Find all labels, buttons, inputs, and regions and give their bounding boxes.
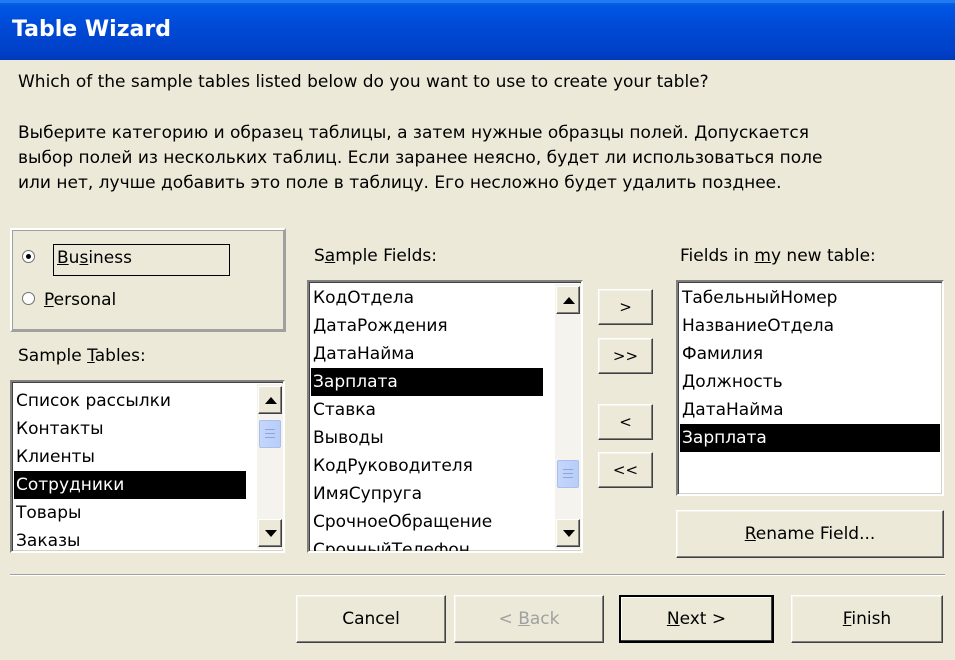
list-item[interactable]: СрочныйТелефон: [313, 536, 470, 551]
list-item[interactable]: Ставка: [313, 396, 376, 424]
scroll-down-button[interactable]: [556, 519, 580, 547]
scroll-thumb[interactable]: [557, 460, 579, 488]
footer-separator: [10, 574, 945, 576]
sample-fields-listbox[interactable]: КодОтдела ДатаРождения ДатаНайма Зарплат…: [307, 280, 583, 553]
list-item[interactable]: ДатаНайма: [313, 340, 415, 368]
arrow-down-icon: [563, 530, 575, 537]
business-radio-button[interactable]: [22, 250, 35, 263]
personal-radio-button[interactable]: [22, 292, 35, 305]
remove-all-fields-button[interactable]: <<: [598, 452, 653, 488]
business-radio-label[interactable]: Business: [57, 248, 132, 268]
list-item[interactable]: ДатаРождения: [313, 312, 448, 340]
title-bar[interactable]: Table Wizard: [0, 0, 955, 60]
finish-button[interactable]: Finish: [791, 595, 943, 643]
sample-tables-listbox[interactable]: Список рассылки Контакты Клиенты Сотрудн…: [10, 380, 285, 553]
add-field-button[interactable]: >: [598, 289, 653, 325]
list-item[interactable]: ИмяСупруга: [313, 480, 422, 508]
sample-tables-label: Sample Tables:: [18, 346, 146, 366]
list-item[interactable]: СрочноеОбращение: [313, 508, 492, 536]
list-item-selected[interactable]: Зарплата: [311, 368, 543, 396]
list-item[interactable]: Должность: [682, 368, 783, 396]
personal-radio-label[interactable]: Personal: [44, 290, 116, 310]
sample-fields-scrollbar[interactable]: [555, 284, 581, 549]
list-item[interactable]: ТабельныйНомер: [682, 284, 837, 312]
list-item[interactable]: КодОтдела: [313, 284, 414, 312]
list-item[interactable]: НазваниеОтдела: [682, 312, 834, 340]
instructions-line-3: или нет, лучше добавить это поле в табли…: [18, 173, 782, 193]
arrow-up-icon: [563, 297, 575, 304]
scroll-down-button[interactable]: [258, 519, 282, 547]
list-item[interactable]: Товары: [16, 499, 81, 527]
list-item-selected[interactable]: Зарплата: [680, 424, 940, 452]
list-item[interactable]: Выводы: [313, 424, 384, 452]
sample-fields-label: Sample Fields:: [314, 246, 437, 266]
list-item[interactable]: Контакты: [16, 415, 104, 443]
remove-field-button[interactable]: <: [598, 404, 653, 440]
cancel-button[interactable]: Cancel: [296, 595, 446, 643]
list-item-selected[interactable]: Сотрудники: [14, 471, 246, 499]
instructions-line-2: выбор полей из нескольких таблиц. Если з…: [18, 148, 823, 168]
back-button[interactable]: < Back: [454, 595, 604, 643]
add-all-fields-button[interactable]: >>: [598, 338, 653, 374]
new-table-fields-listbox[interactable]: ТабельныйНомер НазваниеОтдела Фамилия До…: [676, 280, 944, 496]
new-table-fields-label: Fields in my new table:: [680, 246, 876, 266]
sample-tables-scrollbar[interactable]: [257, 384, 283, 549]
scroll-up-button[interactable]: [556, 286, 580, 314]
rename-field-button[interactable]: Rename Field...: [676, 510, 944, 558]
next-button[interactable]: Next >: [619, 595, 774, 643]
arrow-down-icon: [265, 530, 277, 537]
question-text: Which of the sample tables listed below …: [18, 72, 709, 92]
scroll-thumb[interactable]: [259, 420, 281, 448]
list-item[interactable]: Клиенты: [16, 443, 95, 471]
window-title: Table Wizard: [12, 17, 171, 42]
list-item[interactable]: Заказы: [16, 527, 80, 551]
list-item[interactable]: Фамилия: [682, 340, 763, 368]
list-item[interactable]: ДатаНайма: [682, 396, 784, 424]
scroll-up-button[interactable]: [258, 386, 282, 414]
list-item[interactable]: Список рассылки: [16, 387, 171, 415]
arrow-up-icon: [265, 397, 277, 404]
instructions-line-1: Выберите категорию и образец таблицы, а …: [18, 123, 809, 143]
list-item[interactable]: КодРуководителя: [313, 452, 473, 480]
